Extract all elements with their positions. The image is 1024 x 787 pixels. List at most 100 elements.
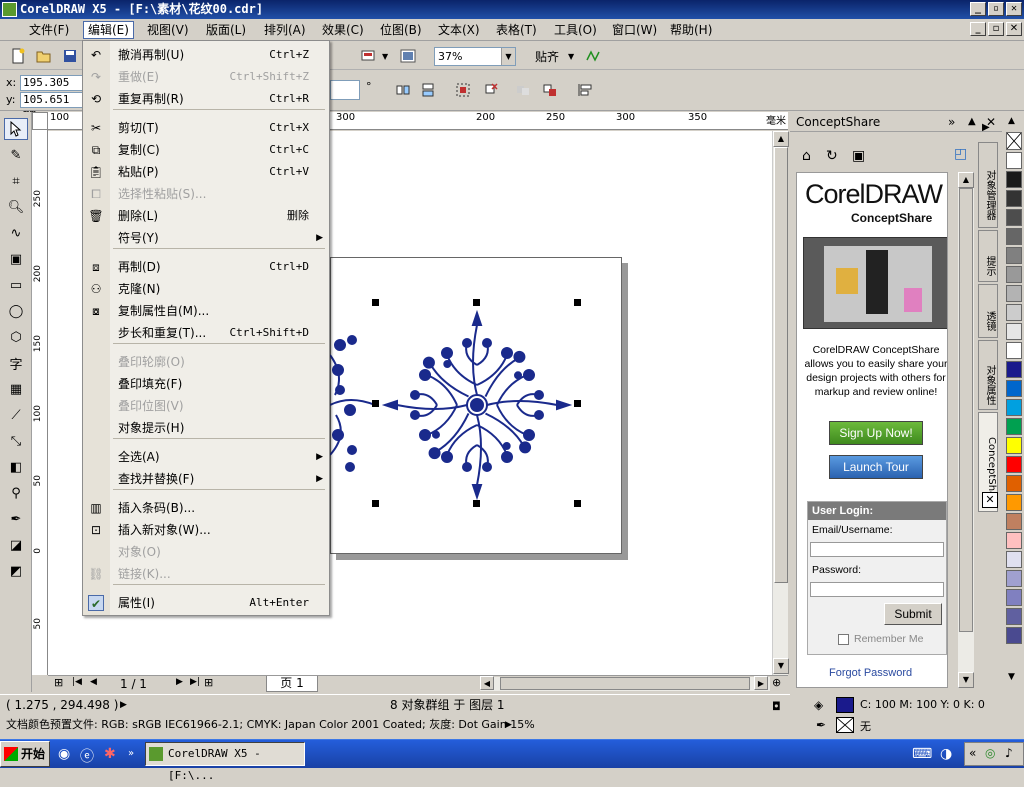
color-swatch[interactable] xyxy=(1006,608,1022,625)
edit-menu-item[interactable]: 对象提示(H) xyxy=(83,417,329,439)
color-swatch[interactable] xyxy=(1006,399,1022,416)
selection-handle[interactable] xyxy=(372,400,379,407)
canvas-vertical-scrollbar[interactable]: ▲ ▼ xyxy=(772,131,789,675)
page-tab[interactable]: 页 1 xyxy=(266,676,318,692)
start-button[interactable]: 开始 xyxy=(0,741,50,767)
scroll-left-icon[interactable]: ◀ xyxy=(480,676,494,690)
interactive-fill-tool-icon[interactable]: ◩ xyxy=(4,560,28,582)
color-swatch[interactable] xyxy=(1006,380,1022,397)
window-icon[interactable]: ▣ xyxy=(852,148,865,164)
selection-handle[interactable] xyxy=(574,299,581,306)
smart-fill-tool-icon[interactable]: ▣ xyxy=(4,248,28,270)
selection-handle[interactable] xyxy=(574,400,581,407)
menu-help[interactable]: 帮助(H) xyxy=(666,22,716,38)
color-swatch[interactable] xyxy=(1006,589,1022,606)
x-position-field[interactable]: 195.305 mm xyxy=(20,75,84,103)
y-position-field[interactable]: 105.651 mm xyxy=(20,92,84,120)
color-swatch[interactable] xyxy=(1006,437,1022,454)
scrollbar-thumb[interactable] xyxy=(774,147,788,583)
color-swatch[interactable] xyxy=(1006,456,1022,473)
application-launcher-icon[interactable] xyxy=(360,48,376,64)
edit-menu-item[interactable]: 符号(Y) ▶ xyxy=(83,227,329,249)
quicklaunch-more-icon[interactable]: » xyxy=(128,748,134,759)
color-swatch[interactable] xyxy=(1006,361,1022,378)
open-icon[interactable] xyxy=(36,48,52,64)
color-swatch[interactable] xyxy=(1006,513,1022,530)
canvas-horizontal-scrollbar[interactable]: ◀ ▶ xyxy=(480,676,770,691)
options-icon[interactable] xyxy=(585,48,601,64)
blend-tool-icon[interactable]: ◧ xyxy=(4,456,28,478)
ungroup-icon[interactable] xyxy=(483,82,499,98)
color-swatch[interactable] xyxy=(1006,190,1022,207)
table-tool-icon[interactable]: ▦ xyxy=(4,378,28,400)
edit-menu-item[interactable]: ⧈ 再制(D) Ctrl+D xyxy=(83,256,329,278)
color-swatch[interactable] xyxy=(1006,228,1022,245)
scroll-up-icon[interactable]: ▲ xyxy=(958,172,974,188)
snap-to-button[interactable]: 贴齐 xyxy=(535,48,559,65)
mirror-vertical-icon[interactable] xyxy=(420,82,436,98)
keyboard-icon[interactable]: ⌨ xyxy=(912,746,932,762)
menu-text[interactable]: 文本(X) xyxy=(434,22,484,38)
freehand-tool-icon[interactable]: ∿ xyxy=(4,222,28,244)
conceptshare-scrollbar[interactable]: ▲ ▼ xyxy=(958,172,974,688)
scrollbar-thumb[interactable] xyxy=(959,188,973,632)
home-icon[interactable]: ⌂ xyxy=(802,148,811,164)
edit-menu-item[interactable]: 全选(A) ▶ xyxy=(83,446,329,468)
snap-dropdown-icon[interactable]: ▼ xyxy=(568,52,574,61)
menu-table[interactable]: 表格(T) xyxy=(492,22,541,38)
edit-menu-item[interactable]: ✂ 剪切(T) Ctrl+X xyxy=(83,117,329,139)
menu-window[interactable]: 窗口(W) xyxy=(608,22,661,38)
zoom-tool-icon[interactable]: 🔍︎ xyxy=(4,196,28,218)
doc-restore-button[interactable]: ▫ xyxy=(988,22,1004,36)
launch-tour-button[interactable]: Launch Tour xyxy=(829,455,923,479)
page-prev-icon[interactable]: ◀ xyxy=(90,677,97,687)
menu-edit[interactable]: 编辑(E) xyxy=(83,21,134,39)
align-distribute-icon[interactable] xyxy=(577,82,593,98)
color-swatch[interactable] xyxy=(1006,494,1022,511)
pick-tool-icon[interactable] xyxy=(4,118,28,140)
sign-up-button[interactable]: Sign Up Now! xyxy=(829,421,923,445)
menu-bitmaps[interactable]: 位图(B) xyxy=(376,22,426,38)
tray-expand-icon[interactable]: « xyxy=(969,746,976,760)
color-swatch[interactable] xyxy=(1006,323,1022,340)
dimension-tool-icon[interactable]: ⟋ xyxy=(4,404,28,426)
menu-file[interactable]: 文件(F) xyxy=(25,22,73,38)
edit-menu-item[interactable]: ⧉ 复制(C) Ctrl+C xyxy=(83,139,329,161)
color-swatch[interactable] xyxy=(1006,475,1022,492)
ime-icon[interactable]: ◑ xyxy=(940,746,952,762)
network-icon[interactable]: ◎ xyxy=(985,746,995,760)
palette-scroll-down-icon[interactable]: ▼ xyxy=(1008,672,1015,682)
password-field[interactable] xyxy=(810,582,944,597)
page-first-icon[interactable]: |◀ xyxy=(72,677,82,687)
palette-scroll-up-icon[interactable]: ▲ xyxy=(1008,116,1015,126)
outline-pen-tool-icon[interactable]: ✒ xyxy=(4,508,28,530)
minimize-button[interactable]: _ xyxy=(970,2,986,16)
snap-status-icon[interactable]: ◘ xyxy=(772,697,781,717)
taskbar-coreldraw-item[interactable]: CorelDRAW X5 - [F:\... xyxy=(145,742,305,782)
close-button[interactable]: ✕ xyxy=(1006,2,1022,16)
connector-tool-icon[interactable]: ⤡ xyxy=(4,430,28,452)
color-swatch[interactable] xyxy=(1006,551,1022,568)
edit-menu-item[interactable]: ▥ 插入条码(B)... xyxy=(83,497,329,519)
dropdown-arrow-icon[interactable]: ▼ xyxy=(382,52,388,61)
first-page-icon[interactable]: ⊞ xyxy=(54,676,63,689)
status-expand-icon[interactable]: ▶ xyxy=(120,695,127,715)
app-quicklaunch-icon[interactable]: ✱ xyxy=(104,746,116,762)
zoom-navigator-icon[interactable]: ⊕ xyxy=(772,676,781,689)
text-tool-icon[interactable]: 字 xyxy=(4,352,28,374)
ellipse-tool-icon[interactable]: ◯ xyxy=(4,300,28,322)
docker-minimize-icon[interactable]: ▲ xyxy=(968,112,976,132)
color-swatch[interactable] xyxy=(1006,570,1022,587)
scroll-down-icon[interactable]: ▼ xyxy=(773,658,789,674)
break-apart-icon[interactable] xyxy=(542,82,558,98)
mirror-horizontal-icon[interactable] xyxy=(395,82,411,98)
volume-icon[interactable]: ♪ xyxy=(1005,746,1013,760)
no-color-swatch[interactable] xyxy=(1006,132,1022,150)
selection-handle[interactable] xyxy=(473,500,480,507)
fill-color-swatch[interactable] xyxy=(836,697,854,713)
color-swatch[interactable] xyxy=(1006,247,1022,264)
profile-expand-icon[interactable]: ▶ xyxy=(505,716,512,734)
scroll-down-icon[interactable]: ▼ xyxy=(958,672,974,688)
combine-icon[interactable] xyxy=(515,82,531,98)
color-profile-text[interactable]: 文档颜色预置文件: RGB: sRGB IEC61966-2.1; CMYK: … xyxy=(6,716,535,734)
